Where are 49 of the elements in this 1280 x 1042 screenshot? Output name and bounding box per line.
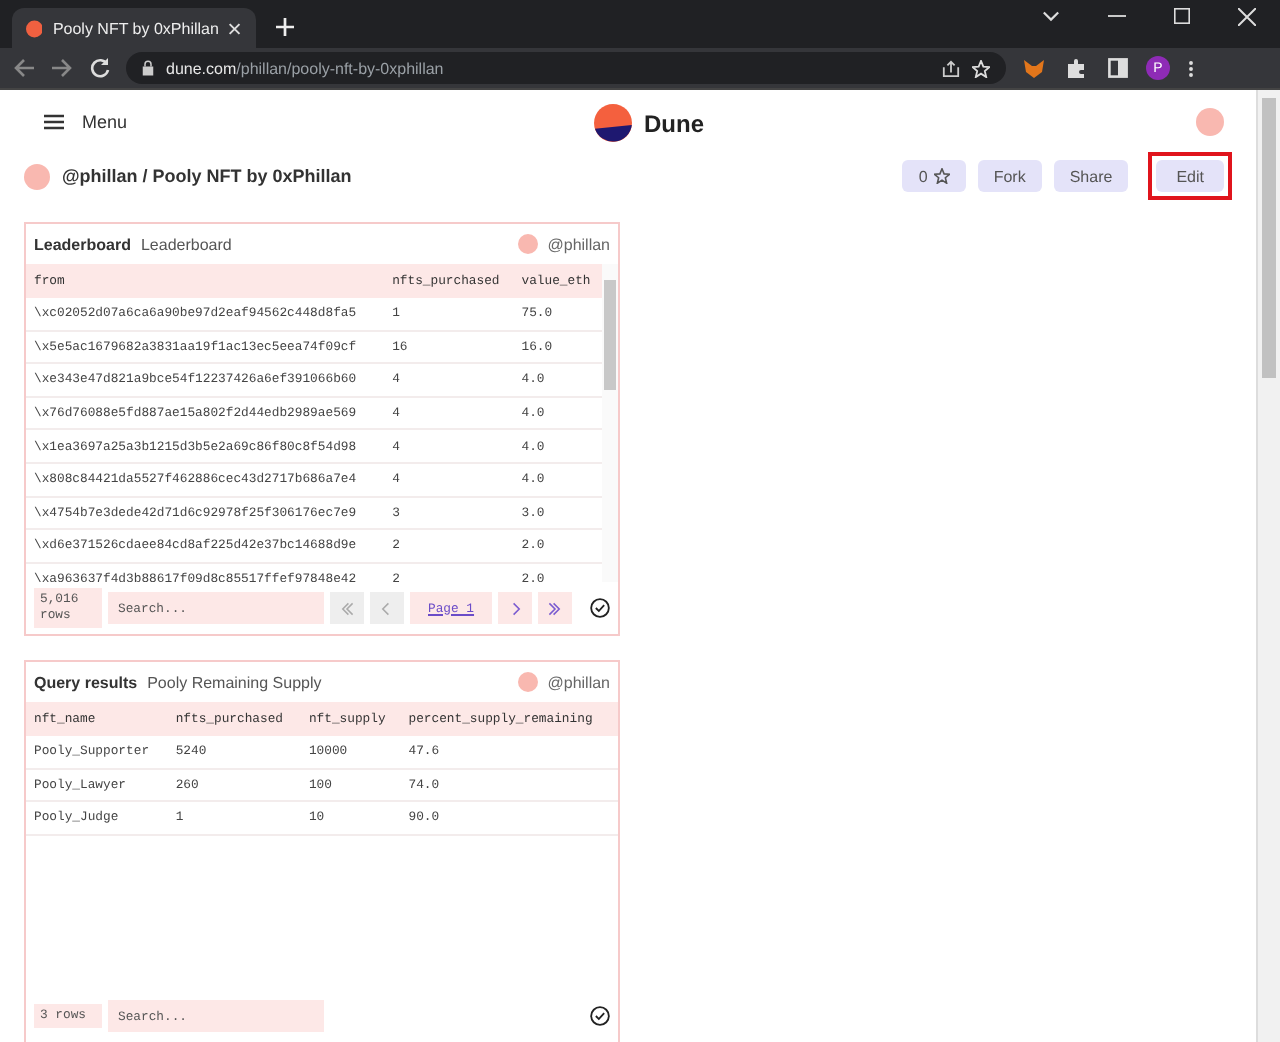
share-icon[interactable] [942,59,960,77]
chevron-down-icon[interactable] [1042,10,1060,22]
more-vertical-icon[interactable] [1188,57,1194,79]
tab-title: Pooly NFT by 0xPhillan [52,19,219,37]
author-name[interactable]: @phillan [547,673,610,691]
menu-icon [44,114,64,130]
avatar [24,163,50,189]
address-bar[interactable]: dune.com/phillan/pooly-nft-by-0xphillan [126,52,1006,84]
card-title: Leaderboard [34,235,131,253]
author-name[interactable]: @phillan [547,235,610,253]
logo-text: Dune [644,109,704,137]
check-circle-icon [590,1006,610,1026]
minimize-icon[interactable] [1108,14,1126,18]
maximize-icon[interactable] [1174,8,1190,24]
plus-icon[interactable] [276,18,294,36]
star-button[interactable]: 0 [902,160,966,192]
scrollbar[interactable] [1256,90,1280,1042]
close-icon[interactable] [1238,7,1256,25]
reload-icon[interactable] [90,58,110,78]
star-icon [933,168,950,184]
action-button[interactable]: Fork [977,160,1042,192]
side-panel-icon[interactable] [1108,58,1128,78]
action-button[interactable]: Edit [1156,160,1224,192]
fox-icon[interactable] [1024,58,1044,78]
back-arrow-icon[interactable] [14,58,34,78]
action-button[interactable]: Share [1053,160,1129,192]
check-circle-icon [590,598,610,618]
menu-button[interactable]: Menu [44,112,128,132]
first-double-chevron-icon [340,601,354,615]
browser-tab[interactable]: Pooly NFT by 0xPhillan [12,8,256,48]
forward-arrow-icon[interactable] [52,58,72,78]
close-icon[interactable] [228,21,242,35]
card-title: Query results [34,673,138,691]
avatar [517,672,538,692]
url-text: dune.com/phillan/pooly-nft-by-0xphillan [166,59,444,77]
avatar [517,234,538,254]
star-icon[interactable] [972,59,990,77]
logo-icon [26,19,43,37]
puzzle-icon[interactable] [1066,58,1086,78]
lock-icon [142,60,154,76]
dashboard-title: @phillan / Pooly NFT by 0xPhillan [62,166,352,186]
logo-icon [594,104,632,142]
card-subtitle: Pooly Remaining Supply [147,673,322,691]
last-double-chevron-icon [548,601,563,615]
card-subtitle: Leaderboard [140,235,232,253]
last-page-button[interactable] [538,592,573,624]
scrollbar[interactable] [602,264,618,582]
next-chevron-icon [508,601,523,615]
previous-chevron-icon [380,601,394,615]
